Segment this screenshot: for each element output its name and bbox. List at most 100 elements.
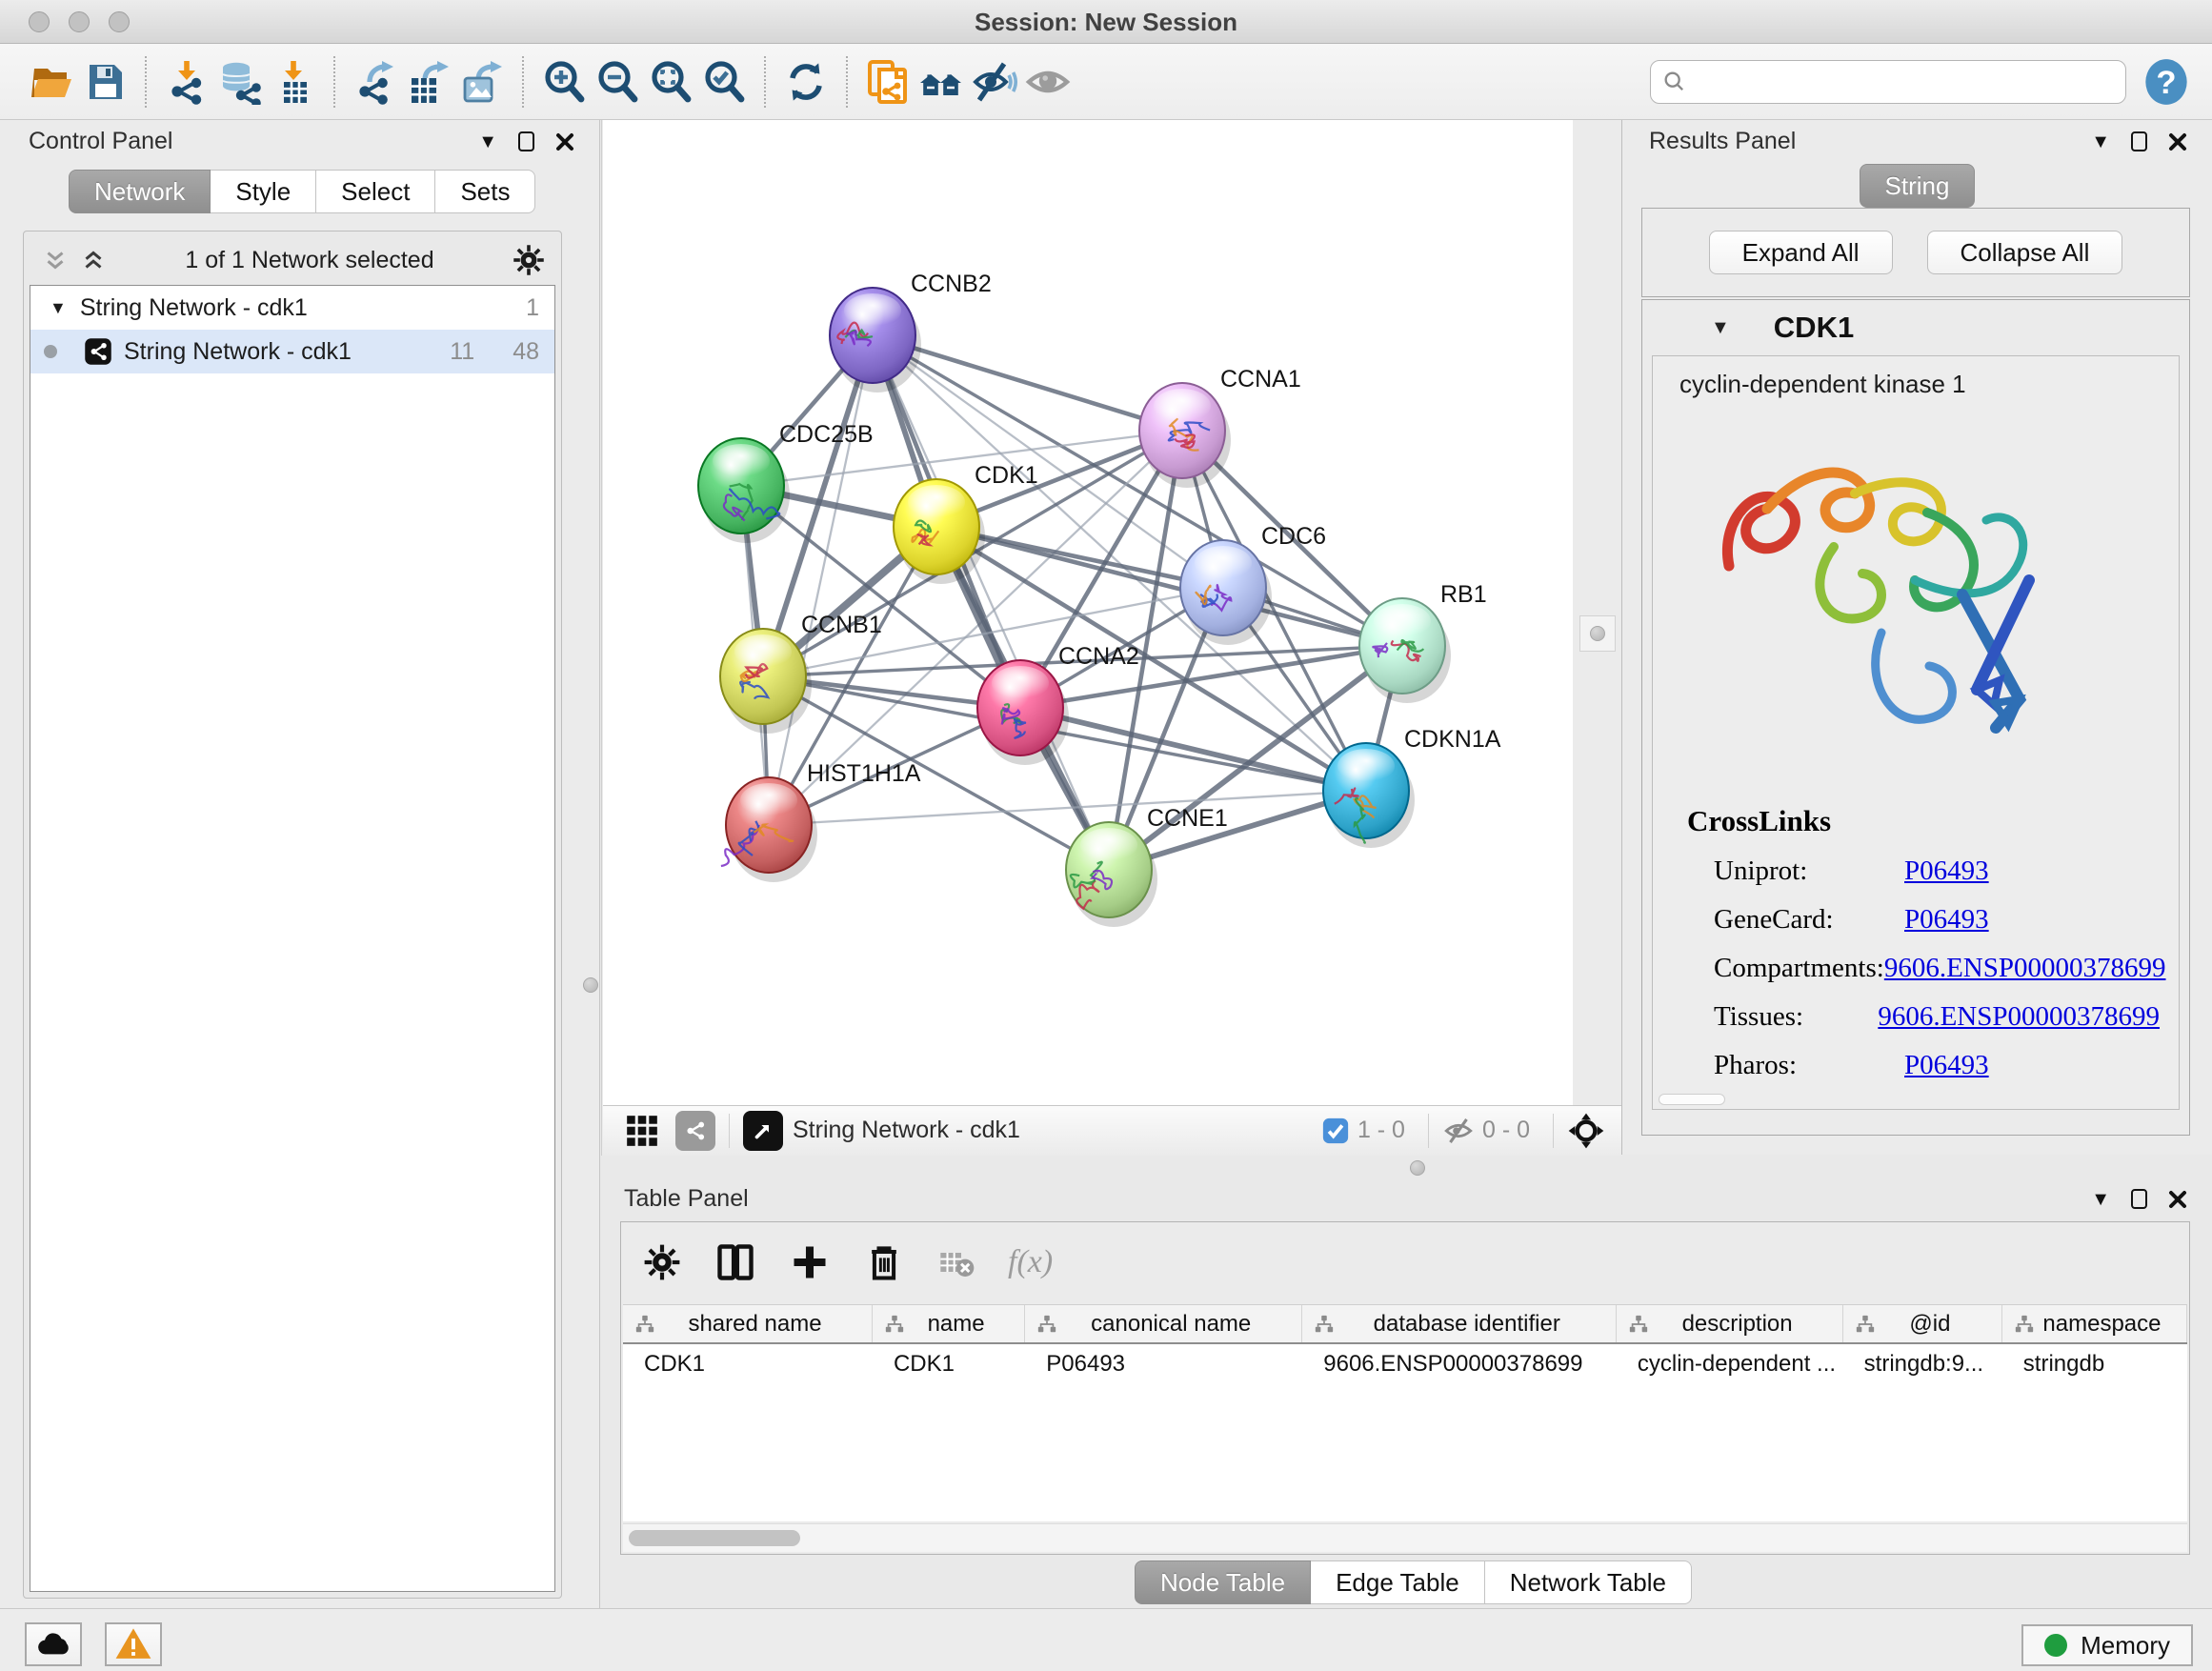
column-header-name[interactable]: name: [873, 1305, 1025, 1342]
bottom-splitter-handle[interactable]: [1410, 1160, 1425, 1176]
network-node-CCNB2[interactable]: CCNB2: [830, 271, 992, 393]
import-network-file-icon[interactable]: [160, 53, 213, 111]
expand-all-icon[interactable]: [79, 246, 108, 274]
table-cell[interactable]: CDK1: [873, 1351, 1025, 1378]
network-canvas[interactable]: CCNB2CCNA1CDC25BCDK1CDC6RB1CCNB1CCNA2CDK…: [603, 120, 1573, 1105]
crosslink-link[interactable]: 9606.ENSP00000378699: [1878, 1001, 2160, 1033]
save-session-icon[interactable]: [78, 53, 131, 111]
network-node-CDC6[interactable]: CDC6: [1180, 523, 1326, 645]
scrollbar-thumb[interactable]: [629, 1530, 800, 1546]
column-header-@id[interactable]: @id: [1843, 1305, 2002, 1342]
cloud-button[interactable]: [25, 1622, 82, 1666]
tab-network[interactable]: Network: [69, 170, 211, 213]
crosslink-link[interactable]: P06493: [1904, 1050, 1989, 1081]
zoom-selected-icon[interactable]: [697, 53, 751, 111]
string-home-icon[interactable]: [915, 53, 968, 111]
delete-column-icon[interactable]: [863, 1241, 905, 1283]
warning-button[interactable]: [105, 1622, 162, 1666]
network-node-CDK1[interactable]: CDK1: [894, 462, 1038, 584]
refresh-network-icon[interactable]: [779, 53, 833, 111]
add-column-icon[interactable]: [789, 1241, 831, 1283]
gene-collapse-icon[interactable]: ▼: [1711, 317, 1730, 339]
tab-network-table[interactable]: Network Table: [1485, 1560, 1692, 1604]
zoom-in-icon[interactable]: [537, 53, 591, 111]
grid-view-icon[interactable]: [624, 1113, 660, 1149]
network-options-gear-icon[interactable]: [512, 243, 546, 277]
delete-table-icon[interactable]: [937, 1243, 975, 1281]
panel-maximize-icon[interactable]: [2131, 1189, 2147, 1209]
search-input[interactable]: [1650, 60, 2126, 104]
network-node-CCNE1[interactable]: CCNE1: [1066, 805, 1228, 927]
table-cell[interactable]: stringdb:9...: [1843, 1351, 2002, 1378]
left-splitter-handle[interactable]: [583, 977, 598, 993]
import-table-file-icon[interactable]: [267, 53, 320, 111]
memory-button[interactable]: Memory: [2021, 1624, 2193, 1666]
crosslink-link[interactable]: P06493: [1904, 904, 1989, 936]
hidden-eye-icon[interactable]: [1442, 1115, 1475, 1147]
export-image-icon[interactable]: [455, 53, 509, 111]
network-node-CDKN1A[interactable]: CDKN1A: [1323, 726, 1501, 848]
network-edge[interactable]: [936, 527, 1402, 646]
import-network-database-icon[interactable]: [213, 53, 267, 111]
panel-float-icon[interactable]: ▼: [478, 132, 497, 151]
export-table-icon[interactable]: [402, 53, 455, 111]
tab-select[interactable]: Select: [316, 170, 435, 213]
table-cell[interactable]: 9606.ENSP00000378699: [1302, 1351, 1617, 1378]
network-row-selected[interactable]: String Network - cdk1 11 48: [30, 330, 554, 373]
tab-sets[interactable]: Sets: [435, 170, 535, 213]
results-scrollbar-stub[interactable]: [1659, 1094, 1725, 1105]
network-node-RB1[interactable]: RB1: [1359, 581, 1487, 703]
string-show-glass-icon[interactable]: [1021, 53, 1075, 111]
help-icon[interactable]: ?: [2142, 57, 2191, 107]
open-in-window-icon[interactable]: [743, 1111, 783, 1151]
string-hide-glass-icon[interactable]: [968, 53, 1021, 111]
tab-edge-table[interactable]: Edge Table: [1311, 1560, 1485, 1604]
table-cell[interactable]: CDK1: [623, 1351, 873, 1378]
network-node-CCNA1[interactable]: CCNA1: [1139, 366, 1301, 488]
network-edge[interactable]: [769, 335, 873, 825]
network-edge[interactable]: [873, 335, 1109, 870]
table-cell[interactable]: cyclin-dependent ...: [1617, 1351, 1843, 1378]
collapse-all-icon[interactable]: [41, 246, 70, 274]
panel-maximize-icon[interactable]: [518, 131, 534, 151]
tree-expand-icon[interactable]: ▼: [50, 298, 67, 318]
table-horizontal-scrollbar[interactable]: [623, 1523, 2187, 1552]
zoom-out-icon[interactable]: [591, 53, 644, 111]
network-node-CDC25B[interactable]: CDC25B: [698, 421, 874, 543]
tab-string[interactable]: String: [1860, 164, 1976, 208]
export-network-icon[interactable]: [349, 53, 402, 111]
panel-float-icon[interactable]: ▼: [2091, 132, 2110, 151]
open-session-icon[interactable]: [25, 53, 78, 111]
show-columns-icon[interactable]: [714, 1241, 756, 1283]
function-builder-icon[interactable]: f(x): [1008, 1244, 1053, 1280]
column-header-shared-name[interactable]: shared name: [623, 1305, 873, 1342]
column-header-description[interactable]: description: [1617, 1305, 1843, 1342]
panel-maximize-icon[interactable]: [2131, 131, 2147, 151]
table-cell[interactable]: P06493: [1025, 1351, 1302, 1378]
table-row[interactable]: CDK1CDK1P064939606.ENSP00000378699cyclin…: [623, 1344, 2187, 1384]
string-copy-network-icon[interactable]: [861, 53, 915, 111]
crosslink-link[interactable]: 9606.ENSP00000378699: [1884, 953, 2166, 984]
share-view-icon[interactable]: [675, 1111, 715, 1151]
network-collection-row[interactable]: ▼ String Network - cdk1 1: [30, 286, 554, 330]
tab-style[interactable]: Style: [211, 170, 316, 213]
birdseye-navigator-icon[interactable]: [1567, 1112, 1605, 1150]
right-splitter-bar[interactable]: [1573, 120, 1622, 1105]
crosslink-link[interactable]: P06493: [1904, 856, 1989, 887]
panel-close-icon[interactable]: [2168, 1190, 2187, 1209]
collapse-all-button[interactable]: Collapse All: [1927, 231, 2123, 274]
panel-close-icon[interactable]: [555, 132, 574, 151]
right-splitter-handle[interactable]: [1579, 615, 1616, 652]
table-cell[interactable]: stringdb: [2002, 1351, 2187, 1378]
expand-all-button[interactable]: Expand All: [1709, 231, 1893, 274]
panel-close-icon[interactable]: [2168, 132, 2187, 151]
selected-checkbox-icon[interactable]: [1321, 1117, 1350, 1145]
column-header-canonical-name[interactable]: canonical name: [1025, 1305, 1302, 1342]
zoom-fit-icon[interactable]: [644, 53, 697, 111]
tab-node-table[interactable]: Node Table: [1135, 1560, 1311, 1604]
column-header-database-identifier[interactable]: database identifier: [1302, 1305, 1617, 1342]
column-header-namespace[interactable]: namespace: [2002, 1305, 2187, 1342]
network-edge[interactable]: [1020, 708, 1366, 791]
panel-float-icon[interactable]: ▼: [2091, 1190, 2110, 1209]
table-settings-gear-icon[interactable]: [642, 1242, 682, 1282]
